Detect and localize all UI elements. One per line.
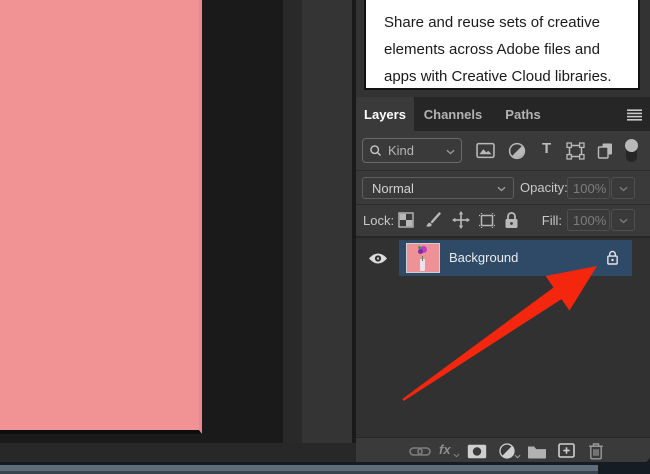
chevron-down-icon (453, 453, 460, 458)
fill-value-box[interactable]: 100% (567, 209, 610, 231)
photoshop-window: Layers Channels Paths Kind T Normal Opac… (0, 0, 650, 474)
type-layer-filter-icon[interactable]: T (542, 140, 551, 157)
lock-pixels-icon[interactable] (424, 211, 442, 229)
workspace-gutter (283, 0, 302, 462)
tooltip-text: Share and reuse sets of creative element… (384, 14, 612, 85)
filter-kind-label: Kind (388, 143, 415, 158)
tab-paths-label: Paths (505, 106, 541, 122)
layer-name: Background (449, 250, 519, 265)
layers-toolbar: fx (356, 437, 650, 463)
lock-all-icon[interactable] (504, 211, 519, 229)
thumbnail-stem (422, 256, 423, 261)
link-layers-icon[interactable] (409, 446, 431, 457)
smart-object-filter-icon[interactable] (596, 142, 614, 160)
layer-styles-icon[interactable]: fx (439, 442, 451, 457)
document-canvas[interactable] (0, 0, 202, 434)
blend-mode-row: Normal Opacity: 100% (356, 171, 650, 204)
chevron-down-icon (619, 218, 628, 224)
tab-paths[interactable]: Paths (492, 97, 554, 131)
fill-value: 100% (573, 213, 607, 228)
shape-layer-filter-icon[interactable] (566, 142, 585, 160)
tab-layers-label: Layers (364, 106, 406, 122)
opacity-dropdown-button[interactable] (611, 177, 635, 199)
layer-visibility-toggle[interactable] (356, 240, 399, 276)
tab-channels[interactable]: Channels (414, 97, 492, 131)
lock-artboard-icon[interactable] (478, 212, 496, 229)
thumbnail-flower (418, 246, 427, 255)
new-adjustment-layer-icon[interactable] (499, 443, 515, 459)
lock-position-icon[interactable] (452, 211, 470, 229)
fill-label: Fill: (541, 213, 562, 228)
layer-row-background[interactable]: Background (399, 240, 632, 276)
filter-toggle[interactable] (625, 139, 638, 162)
eye-icon (368, 253, 387, 263)
collapsed-panel-column (302, 0, 352, 462)
tab-layers[interactable]: Layers (356, 97, 414, 131)
opacity-label: Opacity: (520, 180, 568, 195)
panel-tab-bar: Layers Channels Paths (356, 97, 650, 131)
opacity-value: 100% (573, 181, 607, 196)
lock-transparency-icon[interactable] (398, 212, 414, 228)
delete-layer-icon[interactable] (588, 442, 604, 460)
chevron-down-icon (514, 454, 521, 459)
fill-dropdown-button[interactable] (611, 209, 635, 231)
new-layer-icon[interactable] (558, 443, 575, 458)
layer-lock-icon[interactable] (606, 249, 619, 266)
tab-channels-label: Channels (423, 106, 483, 122)
layers-panel-body: Kind T Normal Opacity: 100% Lock: Fill: … (356, 131, 650, 437)
layer-filter-row: Kind T (356, 131, 650, 170)
opacity-value-box[interactable]: 100% (567, 177, 610, 199)
panel-menu-icon[interactable] (627, 108, 642, 126)
add-layer-mask-icon[interactable] (467, 444, 487, 459)
status-bar (0, 443, 356, 462)
chevron-down-icon (497, 186, 506, 192)
creative-cloud-tooltip: Share and reuse sets of creative element… (364, 0, 640, 90)
layer-list[interactable]: Background (356, 238, 650, 437)
new-group-icon[interactable] (527, 444, 547, 459)
chevron-down-icon (619, 186, 628, 192)
blend-mode-value: Normal (372, 181, 414, 196)
adjustment-layer-filter-icon[interactable] (508, 142, 526, 160)
pixel-layer-filter-icon[interactable] (476, 142, 495, 159)
layer-thumbnail[interactable] (406, 243, 440, 273)
chevron-down-icon (446, 149, 455, 155)
lock-row: Lock: Fill: 100% (356, 205, 650, 236)
search-icon (370, 145, 382, 157)
lock-label: Lock: (363, 213, 395, 228)
filter-kind-dropdown[interactable]: Kind (362, 138, 462, 163)
blend-mode-dropdown[interactable]: Normal (362, 177, 514, 199)
